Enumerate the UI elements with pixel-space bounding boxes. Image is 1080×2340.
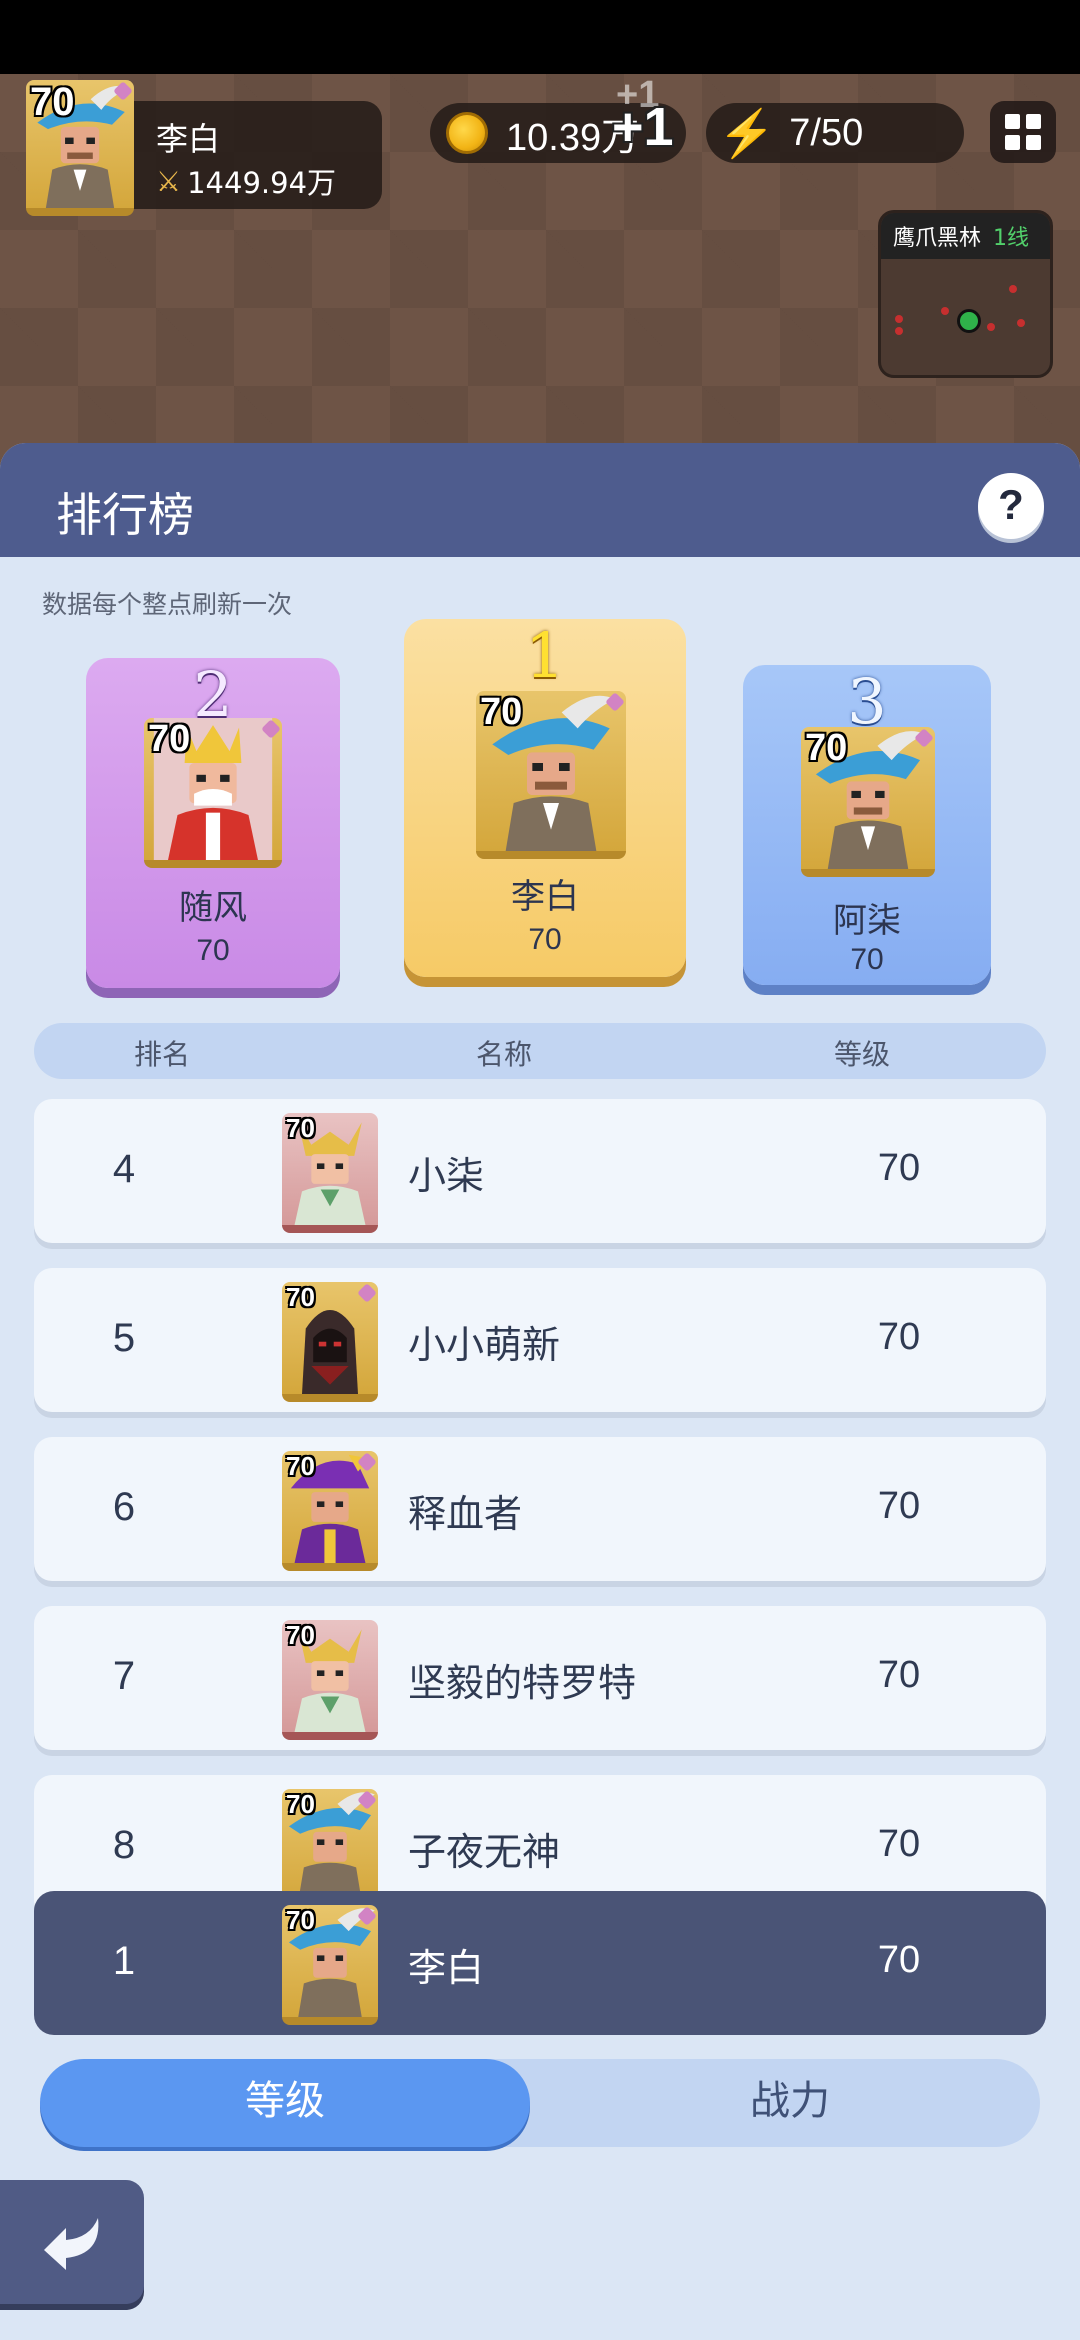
my-rank: 1 bbox=[112, 1939, 136, 1983]
grid-menu-icon bbox=[1005, 114, 1020, 129]
podium-rank-1[interactable]: 1 70 李白 70 bbox=[404, 619, 686, 977]
row-avatar: 70 bbox=[282, 1113, 378, 1233]
podium-name: 阿柒 bbox=[833, 901, 901, 941]
refresh-note: 数据每个整点刷新一次 bbox=[42, 590, 293, 619]
enemy-dot bbox=[895, 327, 903, 335]
my-avatar-level: 70 bbox=[286, 1905, 315, 1935]
row-avatar-level: 70 bbox=[286, 1113, 315, 1143]
leaderboard-row[interactable]: 6 70 释血者 70 bbox=[34, 1437, 1046, 1581]
row-level: 70 bbox=[877, 1316, 921, 1358]
leaderboard-column-header: 排名 名称 等级 bbox=[34, 1023, 1046, 1079]
row-rank: 4 bbox=[112, 1147, 136, 1191]
podium-avatar: 70 bbox=[476, 691, 626, 859]
podium-avatar: 70 bbox=[801, 727, 935, 877]
row-avatar-level: 70 bbox=[286, 1282, 315, 1312]
column-level: 等级 bbox=[834, 1038, 891, 1071]
player-avatar[interactable]: 70 bbox=[26, 80, 134, 216]
podium-avatar-level: 70 bbox=[148, 718, 191, 760]
row-rank: 6 bbox=[112, 1485, 136, 1529]
minimap[interactable]: 鹰爪黑林 1线 bbox=[878, 210, 1053, 378]
podium-rank-number: 1 bbox=[525, 619, 565, 692]
row-level: 70 bbox=[877, 1823, 921, 1865]
back-arrow-icon bbox=[44, 2218, 99, 2270]
combat-power-value: 1449.94万 bbox=[187, 166, 337, 200]
minimap-title: 鹰爪黑林 1线 bbox=[881, 213, 1050, 259]
leaderboard-row[interactable]: 5 70 小小萌新 70 bbox=[34, 1268, 1046, 1412]
tab-level[interactable]: 等级 bbox=[40, 2059, 530, 2147]
row-rank: 5 bbox=[112, 1316, 136, 1360]
row-name: 子夜无神 bbox=[408, 1830, 561, 1874]
podium-rank-2[interactable]: 2 70 随风 70 bbox=[86, 658, 340, 988]
row-level: 70 bbox=[877, 1485, 921, 1527]
row-rank: 7 bbox=[112, 1654, 136, 1698]
podium-avatar: 70 bbox=[144, 718, 282, 868]
minimap-line: 1线 bbox=[993, 226, 1030, 251]
podium-avatar-level: 70 bbox=[805, 727, 848, 769]
enemy-dot bbox=[1017, 319, 1025, 327]
row-avatar-level: 70 bbox=[286, 1451, 315, 1481]
row-name: 坚毅的特罗特 bbox=[408, 1661, 637, 1705]
row-avatar-level: 70 bbox=[286, 1620, 315, 1650]
player-avatar-level: 70 bbox=[30, 80, 75, 124]
back-button[interactable] bbox=[0, 2180, 144, 2304]
panel-title: 排行榜 bbox=[56, 488, 194, 542]
player-name: 李白 bbox=[156, 120, 221, 158]
podium-level: 70 bbox=[850, 943, 884, 976]
energy-counter[interactable]: ⚡ 7/50 bbox=[706, 103, 964, 163]
row-avatar: 70 bbox=[282, 1451, 378, 1571]
row-avatar: 70 bbox=[282, 1282, 378, 1402]
menu-button[interactable] bbox=[990, 101, 1056, 163]
enemy-dot bbox=[1009, 285, 1017, 293]
lightning-bolt-icon: ⚡ bbox=[718, 106, 776, 159]
my-avatar: 70 bbox=[282, 1905, 378, 2025]
my-level: 70 bbox=[877, 1939, 921, 1981]
crossed-swords-icon: ⚔ bbox=[156, 164, 182, 198]
column-rank: 排名 bbox=[134, 1038, 191, 1071]
row-level: 70 bbox=[877, 1654, 921, 1696]
podium-level: 70 bbox=[196, 934, 230, 967]
podium-avatar-level: 70 bbox=[480, 691, 523, 733]
enemy-dot bbox=[895, 315, 903, 323]
enemy-dot bbox=[941, 307, 949, 315]
podium-name: 李白 bbox=[511, 877, 579, 917]
tab-power[interactable]: 战力 bbox=[540, 2059, 1040, 2147]
player-position-marker bbox=[957, 309, 981, 333]
row-avatar: 70 bbox=[282, 1620, 378, 1740]
panel-header: 排行榜 ? bbox=[0, 443, 1080, 557]
minimap-area-name: 鹰爪黑林 bbox=[893, 226, 982, 251]
enemy-dot bbox=[987, 323, 995, 331]
leaderboard-row[interactable]: 7 70 坚毅的特罗特 70 bbox=[34, 1606, 1046, 1750]
row-avatar-level: 70 bbox=[286, 1789, 315, 1819]
my-name: 李白 bbox=[408, 1946, 485, 1990]
podium-rank-3[interactable]: 3 70 阿柒 70 bbox=[743, 665, 991, 985]
row-rank: 8 bbox=[112, 1823, 136, 1867]
gold-gain-popup: +1 bbox=[612, 97, 674, 157]
row-name: 小柒 bbox=[408, 1154, 485, 1198]
row-name: 小小萌新 bbox=[408, 1323, 561, 1367]
leaderboard-row[interactable]: 4 70 小柒 70 bbox=[34, 1099, 1046, 1243]
row-name: 释血者 bbox=[408, 1492, 523, 1536]
ranking-type-tabs: 等级 战力 bbox=[40, 2059, 1040, 2147]
my-rank-row[interactable]: 1 70 李白 70 bbox=[34, 1891, 1046, 2035]
podium-level: 70 bbox=[528, 923, 562, 956]
combat-power: ⚔ 1449.94万 bbox=[156, 160, 336, 202]
gold-coin-icon bbox=[446, 112, 488, 154]
column-name: 名称 bbox=[476, 1038, 533, 1071]
energy-value: 7/50 bbox=[789, 111, 864, 154]
leaderboard-panel: 排行榜 ? 数据每个整点刷新一次 2 70 随风 70 1 70 李白 70 3… bbox=[0, 443, 1080, 2340]
help-button[interactable]: ? bbox=[978, 473, 1044, 539]
status-bar bbox=[0, 0, 1080, 74]
row-level: 70 bbox=[877, 1147, 921, 1189]
podium-name: 随风 bbox=[179, 888, 247, 928]
